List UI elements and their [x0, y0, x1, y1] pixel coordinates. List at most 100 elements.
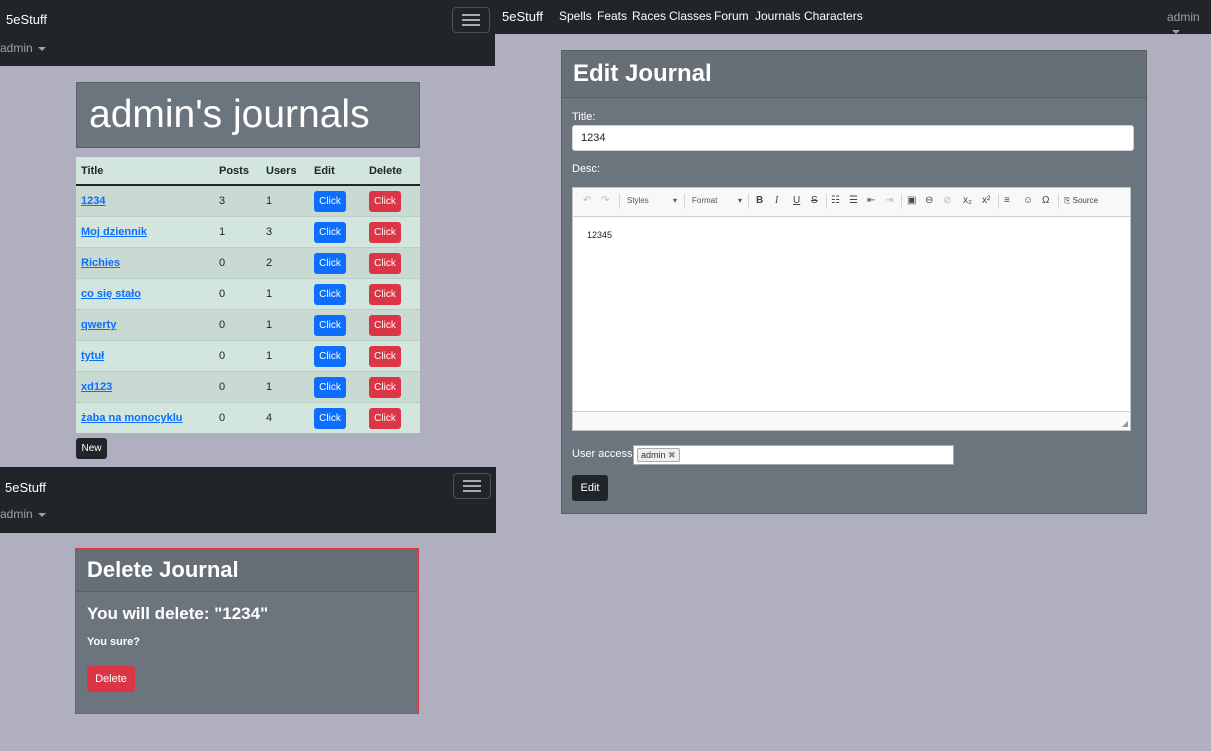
- nav-link-forum[interactable]: Forum: [714, 9, 749, 23]
- edit-button[interactable]: Click: [314, 190, 346, 212]
- bulleted-list-icon[interactable]: ☰: [849, 195, 858, 206]
- delete-button[interactable]: Click: [369, 407, 401, 429]
- new-journal-button[interactable]: New: [76, 438, 107, 459]
- table-row: co się stało 0 1 Click Click: [76, 278, 420, 310]
- user-dropdown[interactable]: admin: [0, 41, 46, 55]
- bold-icon[interactable]: B: [756, 195, 763, 206]
- user-dropdown[interactable]: admin: [1167, 10, 1211, 38]
- format-dropdown[interactable]: Format ▾: [692, 196, 742, 205]
- navbar-collapsed-middle: 5eStuff admin: [0, 467, 496, 533]
- column-header-edit: Edit: [309, 157, 364, 186]
- italic-icon[interactable]: I: [775, 195, 778, 206]
- users-count: 1: [261, 340, 309, 372]
- redo-icon[interactable]: ↷: [601, 195, 609, 206]
- toolbar-separator: [1058, 194, 1059, 209]
- users-count: 1: [261, 278, 309, 310]
- delete-button[interactable]: Click: [369, 252, 401, 274]
- user-name: admin: [0, 41, 33, 55]
- edit-button[interactable]: Click: [314, 314, 346, 336]
- styles-label: Styles: [627, 196, 649, 205]
- link-icon[interactable]: ⊖: [925, 195, 933, 206]
- caret-down-icon: [1172, 29, 1180, 34]
- resize-handle-icon[interactable]: ◢: [1122, 419, 1128, 428]
- journals-header: admin's journals: [76, 82, 420, 148]
- special-character-icon[interactable]: Ω: [1042, 195, 1049, 206]
- brand-link[interactable]: 5eStuff: [6, 12, 47, 27]
- posts-count: 0: [214, 340, 261, 372]
- confirm-delete-button[interactable]: Delete: [87, 666, 135, 692]
- journal-title-link[interactable]: co się stało: [81, 288, 141, 300]
- source-button[interactable]: ⎘ Source: [1064, 196, 1098, 206]
- journal-title-link[interactable]: 1234: [81, 195, 105, 207]
- edit-journal-card: Edit Journal Title: 1234 Desc: ↶ ↷ Style…: [561, 50, 1147, 514]
- menu-toggle-button[interactable]: [452, 7, 490, 33]
- nav-link-characters[interactable]: Characters: [804, 9, 863, 23]
- posts-count: 3: [214, 184, 261, 217]
- edit-button[interactable]: Click: [314, 252, 346, 274]
- submit-edit-button[interactable]: Edit: [572, 475, 608, 501]
- subscript-icon[interactable]: x₂: [963, 195, 972, 206]
- edit-button[interactable]: Click: [314, 376, 346, 398]
- hamburger-icon-bar: [462, 19, 480, 21]
- journal-title-link[interactable]: tytuł: [81, 350, 104, 362]
- styles-dropdown[interactable]: Styles ▾: [627, 196, 677, 205]
- rich-text-editor[interactable]: ↶ ↷ Styles ▾ Format ▾ B I U S ☷ ☰ ⇤ ⇥ ▣ ⊖ …: [572, 187, 1131, 431]
- edit-button[interactable]: Click: [314, 221, 346, 243]
- nav-link-feats[interactable]: Feats: [597, 9, 627, 23]
- users-count: 2: [261, 247, 309, 279]
- nav-link-classes[interactable]: Classes: [669, 9, 712, 23]
- delete-button[interactable]: Click: [369, 314, 401, 336]
- nav-link-races[interactable]: Races: [632, 9, 666, 23]
- brand-link[interactable]: 5eStuff: [5, 480, 46, 495]
- table-row: qwerty 0 1 Click Click: [76, 309, 420, 341]
- user-access-input[interactable]: admin ✖: [633, 445, 954, 465]
- user-tag[interactable]: admin ✖: [637, 448, 680, 462]
- edit-button[interactable]: Click: [314, 345, 346, 367]
- table-header-row: Title Posts Users Edit Delete: [76, 157, 420, 186]
- title-input[interactable]: 1234: [572, 125, 1134, 151]
- journal-title-link[interactable]: xd123: [81, 381, 112, 393]
- underline-icon[interactable]: U: [793, 195, 800, 206]
- image-icon[interactable]: ▣: [907, 195, 916, 206]
- title-label: Title:: [572, 111, 596, 123]
- smiley-icon[interactable]: ☺: [1023, 195, 1033, 206]
- edit-button[interactable]: Click: [314, 283, 346, 305]
- brand-link[interactable]: 5eStuff: [502, 9, 543, 24]
- decrease-indent-icon[interactable]: ⇤: [867, 195, 875, 206]
- users-count: 1: [261, 371, 309, 403]
- dropdown-arrow-icon: ▾: [673, 196, 678, 205]
- edit-button[interactable]: Click: [314, 407, 346, 429]
- posts-count: 0: [214, 309, 261, 341]
- menu-toggle-button[interactable]: [453, 473, 491, 499]
- nav-link-spells[interactable]: Spells: [559, 9, 592, 23]
- superscript-icon[interactable]: x²: [982, 195, 990, 206]
- remove-tag-icon[interactable]: ✖: [668, 450, 676, 460]
- unlink-icon[interactable]: ⊘: [943, 195, 951, 206]
- undo-icon[interactable]: ↶: [583, 195, 591, 206]
- editor-content[interactable]: 12345: [587, 230, 612, 240]
- numbered-list-icon[interactable]: ☷: [831, 195, 840, 206]
- posts-count: 0: [214, 247, 261, 279]
- user-name: admin: [1167, 10, 1200, 24]
- delete-button[interactable]: Click: [369, 283, 401, 305]
- strikethrough-icon[interactable]: S: [811, 195, 818, 206]
- delete-button[interactable]: Click: [369, 345, 401, 367]
- posts-count: 1: [214, 216, 261, 248]
- delete-button[interactable]: Click: [369, 190, 401, 212]
- delete-button[interactable]: Click: [369, 376, 401, 398]
- journal-title-link[interactable]: żaba na monocyklu: [81, 412, 182, 424]
- table-row: tytuł 0 1 Click Click: [76, 340, 420, 372]
- user-dropdown[interactable]: admin: [0, 507, 46, 521]
- increase-indent-icon[interactable]: ⇥: [885, 195, 893, 206]
- nav-link-journals[interactable]: Journals: [755, 9, 800, 23]
- users-count: 1: [261, 309, 309, 341]
- posts-count: 0: [214, 278, 261, 310]
- delete-button[interactable]: Click: [369, 221, 401, 243]
- journal-title-link[interactable]: qwerty: [81, 319, 116, 331]
- journal-title-link[interactable]: Richies: [81, 257, 120, 269]
- source-icon: ⎘: [1064, 196, 1071, 205]
- hamburger-icon: [462, 14, 480, 16]
- horizontal-line-icon[interactable]: ≡: [1004, 195, 1010, 206]
- journal-title-link[interactable]: Moj dziennik: [81, 226, 147, 238]
- toolbar-separator: [748, 194, 749, 209]
